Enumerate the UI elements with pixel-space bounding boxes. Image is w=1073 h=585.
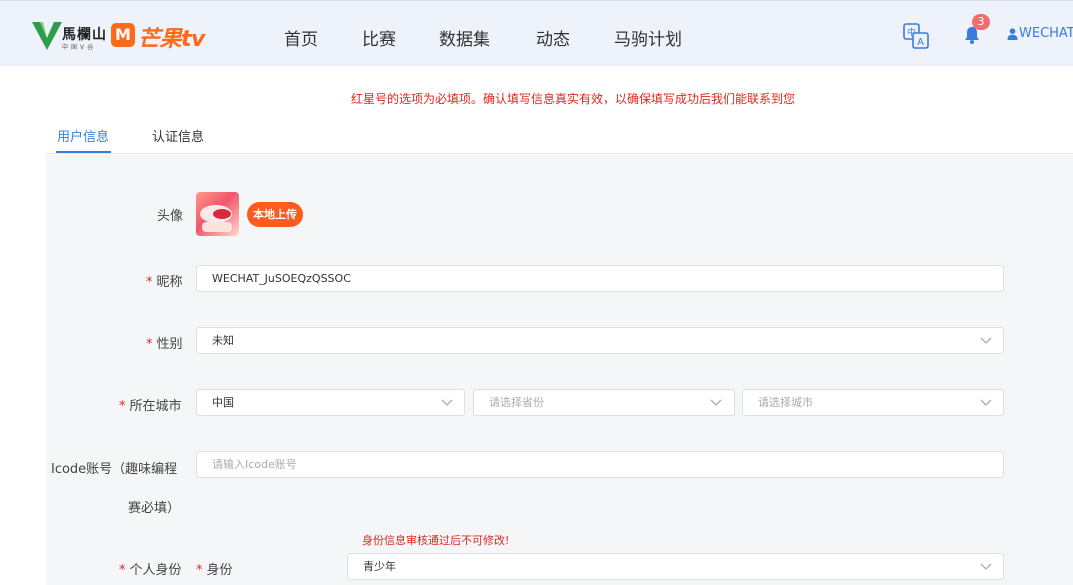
icode-input[interactable]: 请输入Icode账号 (196, 451, 1004, 478)
identity-select[interactable]: 青少年 (347, 553, 1004, 580)
gender-label: * 性别 (146, 337, 183, 352)
nickname-label: * 昵称 (146, 275, 183, 290)
identity-warning: 身份信息审核通过后不可修改! (362, 534, 510, 547)
chevron-down-icon (441, 399, 453, 406)
tab-user-info[interactable]: 用户信息 (57, 126, 109, 145)
nav-home[interactable]: 首页 (284, 25, 318, 50)
avatar-image-icon (200, 205, 232, 232)
identity-label: * 身份 (196, 563, 233, 578)
avatar[interactable] (196, 192, 239, 236)
mango-tv-logo-text[interactable]: 芒果tv (138, 21, 205, 53)
nav-competitions[interactable]: 比赛 (362, 25, 396, 50)
chevron-down-icon (710, 399, 722, 406)
profile-tabs: 用户信息 认证信息 (46, 114, 1073, 154)
country-select[interactable]: 中国 (196, 389, 465, 416)
svg-text:A: A (917, 37, 924, 48)
chevron-down-icon (980, 337, 992, 344)
ma-lan-shan-logo-icon[interactable] (30, 20, 64, 52)
user-icon[interactable] (1007, 28, 1018, 40)
active-tab-indicator (56, 151, 111, 153)
city-label: * 所在城市 (119, 399, 182, 414)
city-select[interactable]: 请选择城市 (742, 389, 1004, 416)
user-menu[interactable]: WECHAT (1019, 26, 1073, 41)
province-select[interactable]: 请选择省份 (473, 389, 735, 416)
mango-tv-logo-icon[interactable]: M (111, 23, 135, 47)
avatar-label: 头像 (157, 209, 184, 224)
icode-label-continued: 赛必填） (128, 501, 181, 516)
logo-text: 馬欄山 (62, 27, 107, 43)
chevron-down-icon (980, 399, 992, 406)
nav-datasets[interactable]: 数据集 (439, 25, 490, 50)
nickname-input[interactable]: WECHAT_JuSOEQzQSSOC (196, 265, 1004, 292)
tab-certification-info[interactable]: 认证信息 (152, 126, 204, 145)
translate-icon[interactable]: 中 A (903, 23, 929, 49)
local-upload-button[interactable]: 本地上传 (247, 202, 303, 227)
nav-news[interactable]: 动态 (536, 25, 570, 50)
required-fields-notice: 红星号的选项为必填项。确认填写信息真实有效，以确保填写成功后我们能联系到您 (351, 92, 796, 106)
logo-subtext: 中国V谷 (62, 44, 97, 51)
nav-maju-plan[interactable]: 马驹计划 (614, 25, 682, 50)
chevron-down-icon (980, 563, 992, 570)
notification-badge: 3 (972, 14, 990, 30)
icode-label: Icode账号（趣味编程 (51, 462, 178, 477)
personal-identity-label: * 个人身份 (119, 563, 182, 578)
top-header: 馬欄山 中国V谷 M 芒果tv 首页 比赛 数据集 动态 马驹计划 中 A 3 … (0, 0, 1073, 66)
gender-select[interactable]: 未知 (196, 327, 1004, 354)
